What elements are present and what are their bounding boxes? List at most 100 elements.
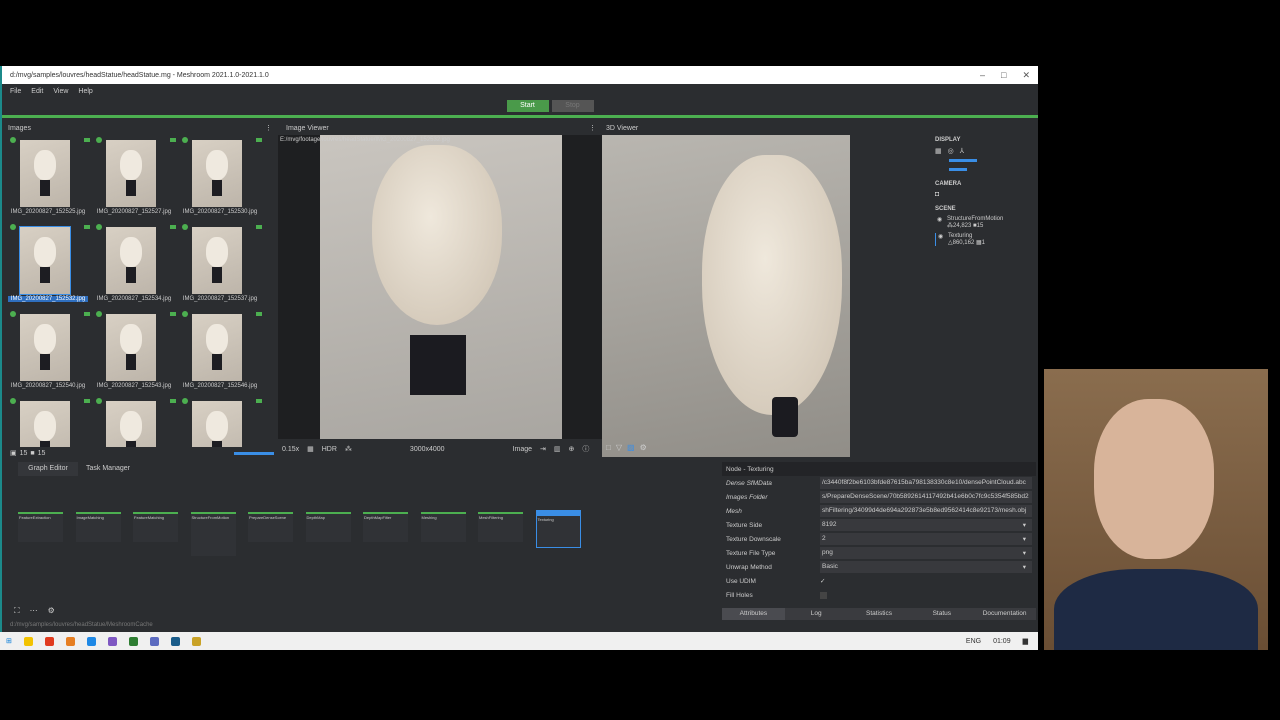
tab-statistics[interactable]: Statistics xyxy=(848,608,911,620)
layout-icon[interactable]: ⋯ xyxy=(30,606,38,616)
image-thumbnail[interactable]: IMG_20200827_152525.jpg xyxy=(8,135,94,221)
graph-node[interactable]: Texturing xyxy=(535,510,581,548)
minimize-button[interactable]: – xyxy=(980,70,985,81)
thumbnail-image xyxy=(19,226,71,295)
fill-holes-checkbox[interactable] xyxy=(820,591,827,599)
menu-file[interactable]: File xyxy=(10,88,21,95)
scene-item[interactable]: ◉ StructureFromMotion ⁂24,823 ■15 xyxy=(935,216,1036,229)
attribute-value[interactable]: /c3440f8f2be6103bfde87615ba798138330c8e1… xyxy=(820,477,1032,489)
target-icon[interactable]: ◎ xyxy=(948,147,954,155)
app-icon[interactable] xyxy=(128,636,138,646)
image-thumbnail[interactable]: IMG_20200827_152543.jpg xyxy=(94,309,180,395)
visual-studio-icon[interactable] xyxy=(107,636,117,646)
graph-node[interactable]: FeatureExtraction xyxy=(18,512,63,542)
3d-viewport[interactable] xyxy=(602,135,932,457)
grid-icon[interactable]: ▦ xyxy=(935,147,942,155)
graph-node[interactable]: MeshFiltering xyxy=(478,512,523,542)
tab-documentation[interactable]: Documentation xyxy=(973,608,1036,620)
windows-start-icon[interactable]: ⊞ xyxy=(6,637,12,645)
globe-icon[interactable]: ⊕ xyxy=(569,445,575,453)
image-thumbnail[interactable]: IMG_20200827_152532.jpg xyxy=(8,222,94,308)
menu-view[interactable]: View xyxy=(53,88,68,95)
tab-attributes[interactable]: Attributes xyxy=(722,608,785,620)
graph-node[interactable]: DepthMapFilter xyxy=(363,512,408,542)
graph-node[interactable]: ImageMatching xyxy=(75,512,121,542)
meshroom-icon[interactable] xyxy=(170,636,180,646)
image-thumbnail[interactable] xyxy=(94,396,180,447)
visibility-icon[interactable]: ◉ xyxy=(938,233,943,240)
graph-node[interactable]: Meshing xyxy=(420,512,466,542)
graph-node[interactable]: PrepareDenseScene xyxy=(248,512,293,542)
graph-node[interactable]: DepthMap xyxy=(305,512,351,542)
image-mode-select[interactable]: Image xyxy=(513,446,532,453)
search-app-icon[interactable] xyxy=(65,636,75,646)
thumbnail-label: IMG_20200827_152546.jpg xyxy=(182,383,258,389)
camera-snapshot-icon[interactable]: ◘ xyxy=(935,191,1036,198)
chevron-down-icon[interactable]: ▾ xyxy=(1023,535,1026,543)
close-button[interactable]: ✕ xyxy=(1022,70,1030,81)
settings-icon[interactable]: ⚙ xyxy=(640,443,647,452)
bbox-icon[interactable]: □ xyxy=(606,443,611,452)
export-icon[interactable]: ⇥ xyxy=(540,445,546,453)
more-icon[interactable]: ⋮ xyxy=(265,124,272,132)
tray-clock[interactable]: 01:09 xyxy=(993,638,1011,645)
thumbnail-label: IMG_20200827_152527.jpg xyxy=(96,209,172,215)
image-viewer-panel: Image Viewer ⋮ E:/mvg/footage/louvres/hea… xyxy=(278,121,602,461)
attribute-value[interactable]: Basic xyxy=(820,561,1032,573)
image-thumbnail[interactable]: IMG_20200827_152530.jpg xyxy=(180,135,266,221)
thumbnail-label: IMG_20200827_152532.jpg xyxy=(8,296,88,302)
image-thumbnail[interactable]: IMG_20200827_152527.jpg xyxy=(94,135,180,221)
edge-icon[interactable] xyxy=(86,636,96,646)
image-thumbnail[interactable]: IMG_20200827_152537.jpg xyxy=(180,222,266,308)
tab-task-manager[interactable]: Task Manager xyxy=(78,462,138,476)
attribute-value[interactable]: shFiltering/34099d4de694a292873e5b8ed956… xyxy=(820,505,1032,517)
settings-icon[interactable]: ⚙ xyxy=(48,606,55,616)
grid-icon[interactable]: ▦ xyxy=(307,445,314,453)
stop-button[interactable]: Stop xyxy=(551,100,594,112)
attribute-value[interactable]: png xyxy=(820,547,1032,559)
scene-item[interactable]: ◉ Texturing △860,162 ▦1 xyxy=(935,233,1036,246)
maximize-button[interactable]: □ xyxy=(1001,70,1006,81)
menu-help[interactable]: Help xyxy=(78,88,92,95)
more-icon[interactable]: ⋮ xyxy=(589,124,596,132)
tab-graph-editor[interactable]: Graph Editor xyxy=(18,462,78,476)
tab-log[interactable]: Log xyxy=(785,608,848,620)
tab-status[interactable]: Status xyxy=(910,608,973,620)
graph-node[interactable]: StructureFromMotion xyxy=(190,512,236,556)
image-thumbnail[interactable] xyxy=(8,396,94,447)
camera-scale-slider[interactable] xyxy=(949,168,967,171)
metadata-icon[interactable]: ⁂ xyxy=(345,445,352,453)
explorer-icon[interactable] xyxy=(23,636,33,646)
filter-icon[interactable]: ▽ xyxy=(616,443,622,452)
attribute-value[interactable]: s/PrepareDenseScene/70b5892614117492b41e… xyxy=(820,491,1032,503)
pattern-icon[interactable]: ▨ xyxy=(627,443,635,452)
attribute-value[interactable]: 8192 xyxy=(820,519,1032,531)
brave-icon[interactable] xyxy=(44,636,54,646)
chevron-down-icon[interactable]: ▾ xyxy=(1023,563,1026,571)
fit-icon[interactable]: ⛶ xyxy=(14,606,20,616)
image-thumbnail[interactable]: IMG_20200827_152534.jpg xyxy=(94,222,180,308)
image-thumbnail[interactable]: IMG_20200827_152546.jpg xyxy=(180,309,266,395)
start-button[interactable]: Start xyxy=(506,100,549,112)
image-thumbnail[interactable]: IMG_20200827_152540.jpg xyxy=(8,309,94,395)
image-thumbnail[interactable] xyxy=(180,396,266,447)
attribute-value[interactable]: 2 xyxy=(820,533,1032,545)
info-icon[interactable]: ⓘ xyxy=(582,444,589,454)
point-size-slider[interactable] xyxy=(949,159,977,162)
image-preview[interactable] xyxy=(320,135,562,439)
chevron-down-icon[interactable]: ▾ xyxy=(1023,549,1026,557)
tray-lang[interactable]: ENG xyxy=(966,638,981,645)
use-udim-checkbox[interactable]: ✓ xyxy=(820,577,825,585)
teams-icon[interactable] xyxy=(149,636,159,646)
camera-icon xyxy=(256,312,262,316)
menu-edit[interactable]: Edit xyxy=(31,88,43,95)
thumbnail-size-slider[interactable] xyxy=(234,452,274,455)
gizmo-icon[interactable]: ⅄ xyxy=(960,147,964,155)
visibility-icon[interactable]: ◉ xyxy=(937,216,942,223)
histogram-icon[interactable]: ▥ xyxy=(554,445,561,453)
hdr-toggle[interactable]: HDR xyxy=(322,446,337,453)
chevron-down-icon[interactable]: ▾ xyxy=(1023,521,1026,529)
graph-node[interactable]: FeatureMatching xyxy=(133,512,178,542)
sublime-icon[interactable] xyxy=(191,636,201,646)
notifications-icon[interactable]: ▆ xyxy=(1023,637,1028,645)
